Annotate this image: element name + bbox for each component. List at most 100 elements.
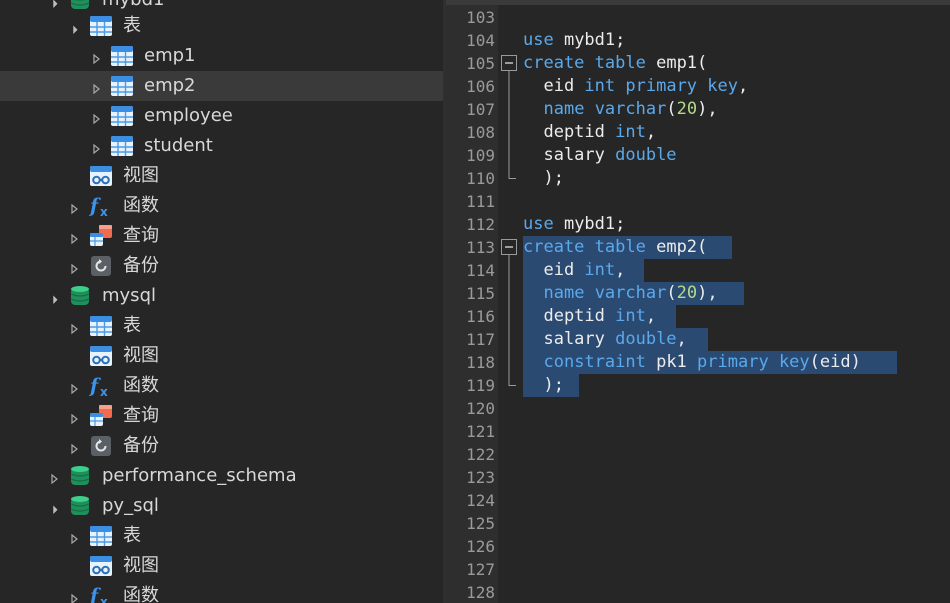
sql-editor[interactable]: 103 104 105 106 107 108 109 110 111 112 113 114 115 1… (446, 0, 950, 603)
sql-keyword: varchar (594, 283, 667, 303)
sql-text: , (676, 329, 698, 349)
sql-keyword: primary (697, 352, 769, 372)
sql-keyword: create (523, 53, 585, 73)
tree-item-table[interactable]: employee (0, 101, 443, 131)
tree-item-query[interactable]: 查询 (0, 221, 443, 251)
chevron-down-icon[interactable] (48, 0, 60, 8)
tree-item-label: performance_schema (102, 465, 297, 486)
tree-item-label: student (144, 135, 213, 156)
code-line[interactable]: create table emp1( (523, 52, 707, 75)
line-number: 118 (466, 353, 495, 372)
code-line[interactable]: use mybd1; (523, 29, 625, 52)
code-line[interactable]: use mybd1; (523, 213, 625, 236)
code-line[interactable]: salary double, (523, 328, 697, 351)
chevron-right-icon[interactable] (90, 140, 102, 155)
tree-item-label: 查询 (123, 405, 159, 426)
chevron-right-icon[interactable] (48, 470, 60, 485)
sql-keyword: table (594, 53, 646, 73)
chevron-right-icon[interactable] (68, 440, 80, 455)
sql-text: , (645, 122, 657, 142)
code-line[interactable]: name varchar(20), (523, 282, 728, 305)
tree-item-view[interactable]: 视图 (0, 551, 443, 581)
fold-toggle-icon[interactable] (499, 236, 521, 259)
chevron-right-icon[interactable] (68, 200, 80, 215)
fold-toggle-icon[interactable] (499, 52, 521, 75)
chevron-right-icon[interactable] (90, 80, 102, 95)
chevron-right-icon[interactable] (90, 110, 102, 125)
chevron-right-icon[interactable] (68, 380, 80, 395)
tree-item-view[interactable]: 视图 (0, 161, 443, 191)
sql-text: ( (666, 283, 677, 303)
tree-item-function[interactable]: f x 函数 (0, 581, 443, 603)
chevron-right-icon[interactable] (68, 410, 80, 425)
tree-item-table[interactable]: student (0, 131, 443, 161)
tree-item-label: 查询 (123, 225, 159, 246)
chevron-down-icon[interactable] (68, 20, 80, 34)
tree-item-table[interactable]: emp1 (0, 41, 443, 71)
code-line[interactable]: constraint pk1 primary key(eid) (523, 351, 871, 374)
query-icon (89, 404, 113, 428)
function-icon: fx (88, 194, 113, 219)
chevron-right-icon[interactable] (68, 530, 80, 545)
tree-item-function[interactable]: f x 函数 (0, 371, 443, 401)
view-icon (89, 554, 113, 578)
sql-text: eid (523, 260, 585, 280)
code-line[interactable]: ); (523, 167, 563, 190)
code-line[interactable]: ); (523, 374, 564, 397)
sql-text: , (738, 76, 749, 96)
code-line[interactable]: create table emp2( (523, 236, 718, 259)
sql-text: deptid (523, 122, 616, 142)
tree-item-db[interactable]: mysql (0, 281, 443, 311)
line-number: 110 (466, 169, 495, 188)
tree-item-db[interactable]: py_sql (0, 491, 443, 521)
chevron-down-icon[interactable] (48, 500, 60, 514)
tree-item-view[interactable]: 视图 (0, 341, 443, 371)
tree-item-table[interactable]: 表 (0, 311, 443, 341)
tree-item-table[interactable]: 表 (0, 521, 443, 551)
sql-text: salary (523, 145, 616, 165)
fold-line (508, 351, 510, 374)
tree-item-db[interactable]: performance_schema (0, 461, 443, 491)
chevron-right-icon[interactable] (68, 230, 80, 245)
fold-line (508, 121, 510, 144)
code-line[interactable]: deptid int, (523, 121, 656, 144)
chevron-right-icon[interactable] (68, 320, 80, 335)
chevron-right-icon[interactable] (68, 590, 80, 603)
chevron-down-icon[interactable] (48, 290, 60, 304)
code-line[interactable]: eid int primary key, (523, 75, 748, 98)
code-line[interactable]: salary double (523, 144, 676, 167)
line-number: 104 (466, 31, 495, 50)
query-icon (89, 224, 113, 248)
chevron-right-icon[interactable] (90, 50, 102, 65)
tree-item-query[interactable]: 查询 (0, 401, 443, 431)
sql-keyword: primary (625, 76, 698, 96)
line-number: 113 (466, 238, 495, 257)
code-line[interactable]: name varchar(20), (523, 98, 717, 121)
fold-line (508, 259, 510, 282)
sql-text: eid (523, 76, 585, 96)
tree-item-label: 函数 (123, 195, 159, 216)
tree-item-table[interactable]: 表 (0, 11, 443, 41)
line-number: 103 (466, 8, 495, 27)
table-icon (89, 314, 113, 338)
sql-keyword: constraint (543, 352, 646, 372)
sql-text: ); (523, 375, 564, 395)
code-line[interactable]: deptid int, (523, 305, 666, 328)
code-line[interactable]: eid int, (523, 259, 636, 282)
tree-item-backup[interactable]: 备份 (0, 431, 443, 461)
tree-item-function[interactable]: f x 函数 (0, 191, 443, 221)
tree-item-label: 表 (123, 315, 141, 336)
chevron-right-icon[interactable] (68, 260, 80, 275)
tree-item-label: mysql (102, 285, 156, 306)
tree-item-backup[interactable]: 备份 (0, 251, 443, 281)
tree-item-label: 备份 (123, 255, 159, 276)
view-icon (89, 344, 113, 368)
tree-item-label: 表 (123, 15, 141, 36)
line-number: 115 (466, 284, 495, 303)
tree-item-label: employee (144, 105, 233, 126)
tree-item-table[interactable]: emp2 (0, 71, 443, 101)
